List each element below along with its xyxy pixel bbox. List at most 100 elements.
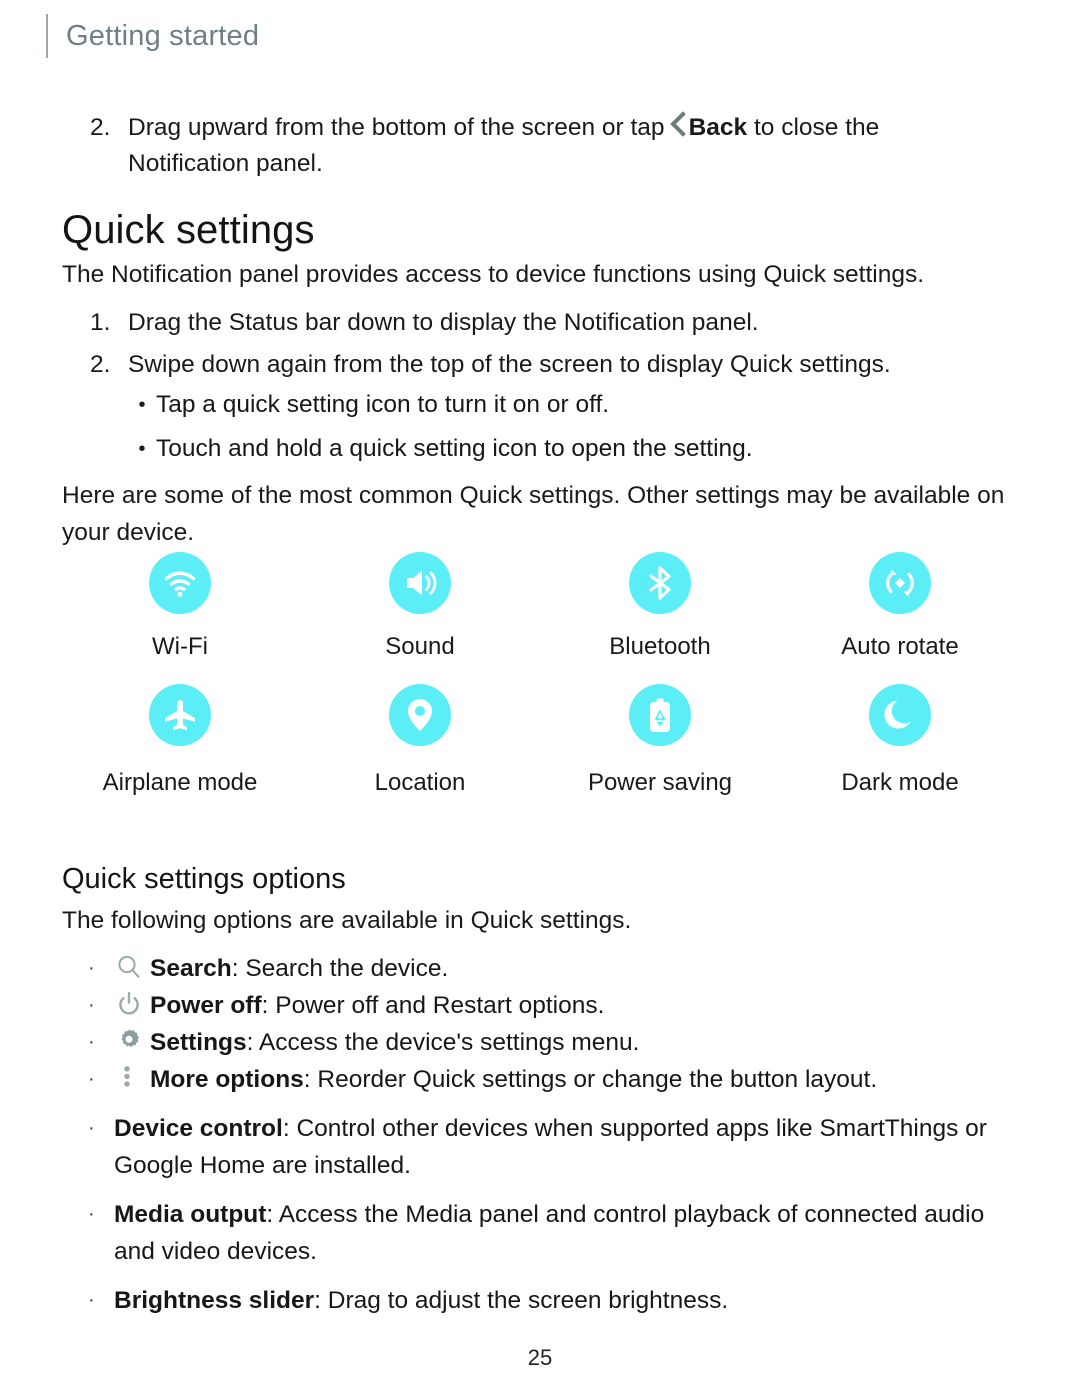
quick-settings-icon-grid: Wi-Fi Sound Bluetooth Auto rotate Airpla…: [60, 552, 1020, 798]
option-term: Search: [150, 955, 232, 982]
quick-settings-note: Here are some of the most common Quick s…: [62, 482, 1005, 546]
quick-setting-label: Sound: [385, 633, 455, 660]
option-term: Brightness slider: [114, 1287, 315, 1314]
step-text-after: to close the: [753, 114, 880, 141]
list-item: · Media output: Access the Media panel a…: [88, 1196, 1018, 1270]
list-text: Brightness slider: Drag to adjust the sc…: [114, 1282, 1018, 1319]
search-icon: [114, 952, 144, 982]
quick-settings-options-intro: The following options are available in Q…: [62, 907, 632, 934]
bullet-glyph: ·: [88, 1031, 95, 1053]
list-marker: 2.: [90, 114, 111, 141]
option-separator: :: [246, 1029, 259, 1056]
bullet-glyph: ·: [88, 994, 95, 1016]
header-divider: [46, 14, 48, 58]
intro-step-block: 2. Drag upward from the bottom of the sc…: [86, 110, 1006, 182]
option-term: Device control: [114, 1115, 283, 1142]
power-off-icon: [114, 989, 144, 1019]
location-pin-icon: [389, 684, 451, 746]
option-desc: Access the device's settings menu.: [258, 1029, 640, 1056]
quick-setting-label: Dark mode: [841, 769, 959, 796]
bullet-glyph: ·: [88, 1203, 95, 1225]
list-text: Touch and hold a quick setting icon to o…: [156, 435, 753, 462]
list-text: Drag the Status bar down to display the …: [128, 309, 759, 336]
list-item: 2. Swipe down again from the top of the …: [86, 347, 1016, 383]
option-separator: :: [266, 1201, 279, 1228]
page-number: 25: [527, 1345, 553, 1370]
quick-settings-intro: The Notification panel provides access t…: [62, 261, 925, 288]
list-item: • Touch and hold a quick setting icon to…: [128, 431, 1018, 467]
bullet-glyph: •: [138, 438, 146, 460]
option-desc: Search the device.: [245, 955, 449, 982]
quick-setting-tile-airplane-mode[interactable]: Airplane mode: [60, 684, 300, 798]
section-title-quick-settings-options: Quick settings options: [62, 863, 346, 895]
quick-setting-tile-power-saving[interactable]: Power saving: [540, 684, 780, 798]
list-text: Tap a quick setting icon to turn it on o…: [156, 391, 610, 418]
bullet-glyph: ·: [88, 1117, 95, 1139]
quick-settings-steps: 1. Drag the Status bar down to display t…: [86, 305, 1016, 383]
quick-setting-label: Auto rotate: [841, 633, 959, 660]
option-term: Settings: [150, 1029, 247, 1056]
option-term: Power off: [150, 992, 262, 1019]
header-title: Getting started: [66, 19, 260, 52]
sound-icon: [389, 552, 451, 614]
list-item: • Tap a quick setting icon to turn it on…: [128, 387, 1018, 423]
option-desc: Drag to adjust the screen brightness.: [327, 1287, 729, 1314]
quick-setting-tile-location[interactable]: Location: [300, 684, 540, 798]
list-text: Media output: Access the Media panel and…: [114, 1196, 1018, 1270]
airplane-icon: [149, 684, 211, 746]
step-text-before: Drag upward from the bottom of the scree…: [128, 114, 665, 141]
list-item: · Power off: Power off and Restart optio…: [88, 987, 1018, 1024]
quick-setting-label: Bluetooth: [609, 633, 711, 660]
quick-setting-tile-bluetooth[interactable]: Bluetooth: [540, 552, 780, 662]
list-text: Swipe down again from the top of the scr…: [128, 351, 891, 378]
quick-setting-tile-sound[interactable]: Sound: [300, 552, 540, 662]
page-title: Quick settings: [62, 208, 315, 252]
list-marker: 1.: [90, 309, 111, 336]
option-term: More options: [150, 1066, 304, 1093]
quick-setting-tile-wifi[interactable]: Wi-Fi: [60, 552, 300, 662]
chevron-left-icon: [670, 111, 686, 137]
list-item: · Settings: Access the device's settings…: [88, 1024, 1018, 1061]
list-marker: 2.: [90, 351, 111, 378]
intro-step-list: 2. Drag upward from the bottom of the sc…: [86, 110, 1006, 182]
quick-setting-tile-auto-rotate[interactable]: Auto rotate: [780, 552, 1020, 662]
list-item: · Search: Search the device.: [88, 950, 1018, 987]
option-separator: :: [314, 1287, 328, 1314]
option-separator: :: [282, 1115, 297, 1142]
option-desc: Reorder Quick settings or change the but…: [317, 1066, 878, 1093]
option-desc: Power off and Restart options.: [275, 992, 605, 1019]
list-item: · More options: Reorder Quick settings o…: [88, 1061, 1018, 1098]
step-text-line2: Notification panel.: [128, 150, 323, 177]
list-text: Device control: Control other devices wh…: [114, 1110, 1018, 1184]
option-separator: :: [261, 992, 276, 1019]
back-label: Back: [688, 114, 748, 141]
list-item: 1. Drag the Status bar down to display t…: [86, 305, 1016, 341]
quick-setting-label: Power saving: [587, 769, 733, 796]
quick-settings-sub-bullets: • Tap a quick setting icon to turn it on…: [128, 387, 1018, 467]
running-header: Getting started: [46, 14, 259, 58]
list-text: Search: Search the device.: [114, 950, 1018, 987]
option-separator: :: [303, 1066, 318, 1093]
option-separator: :: [231, 955, 246, 982]
list-text: Settings: Access the device's settings m…: [114, 1024, 1018, 1061]
list-text: Drag upward from the bottom of the scree…: [128, 110, 1006, 182]
list-item: · Brightness slider: Drag to adjust the …: [88, 1282, 1018, 1319]
gear-icon: [114, 1026, 144, 1056]
wifi-icon: [149, 552, 211, 614]
auto-rotate-icon: [869, 552, 931, 614]
quick-setting-tile-dark-mode[interactable]: Dark mode: [780, 684, 1020, 798]
bullet-glyph: ·: [88, 1289, 95, 1311]
list-text: More options: Reorder Quick settings or …: [114, 1061, 1018, 1098]
list-item: 2. Drag upward from the bottom of the sc…: [86, 110, 1006, 182]
bullet-glyph: ·: [88, 1068, 95, 1090]
power-saving-battery-icon: [629, 684, 691, 746]
quick-settings-options-list: · Search: Search the device. · Power off…: [88, 950, 1018, 1319]
bluetooth-icon: [629, 552, 691, 614]
quick-setting-label: Location: [374, 769, 466, 796]
more-options-icon: [114, 1063, 144, 1093]
quick-setting-label: Wi-Fi: [152, 633, 208, 660]
list-item: · Device control: Control other devices …: [88, 1110, 1018, 1184]
list-text: Power off: Power off and Restart options…: [114, 987, 1018, 1024]
option-term: Media output: [114, 1201, 267, 1228]
bullet-glyph: •: [138, 394, 146, 416]
